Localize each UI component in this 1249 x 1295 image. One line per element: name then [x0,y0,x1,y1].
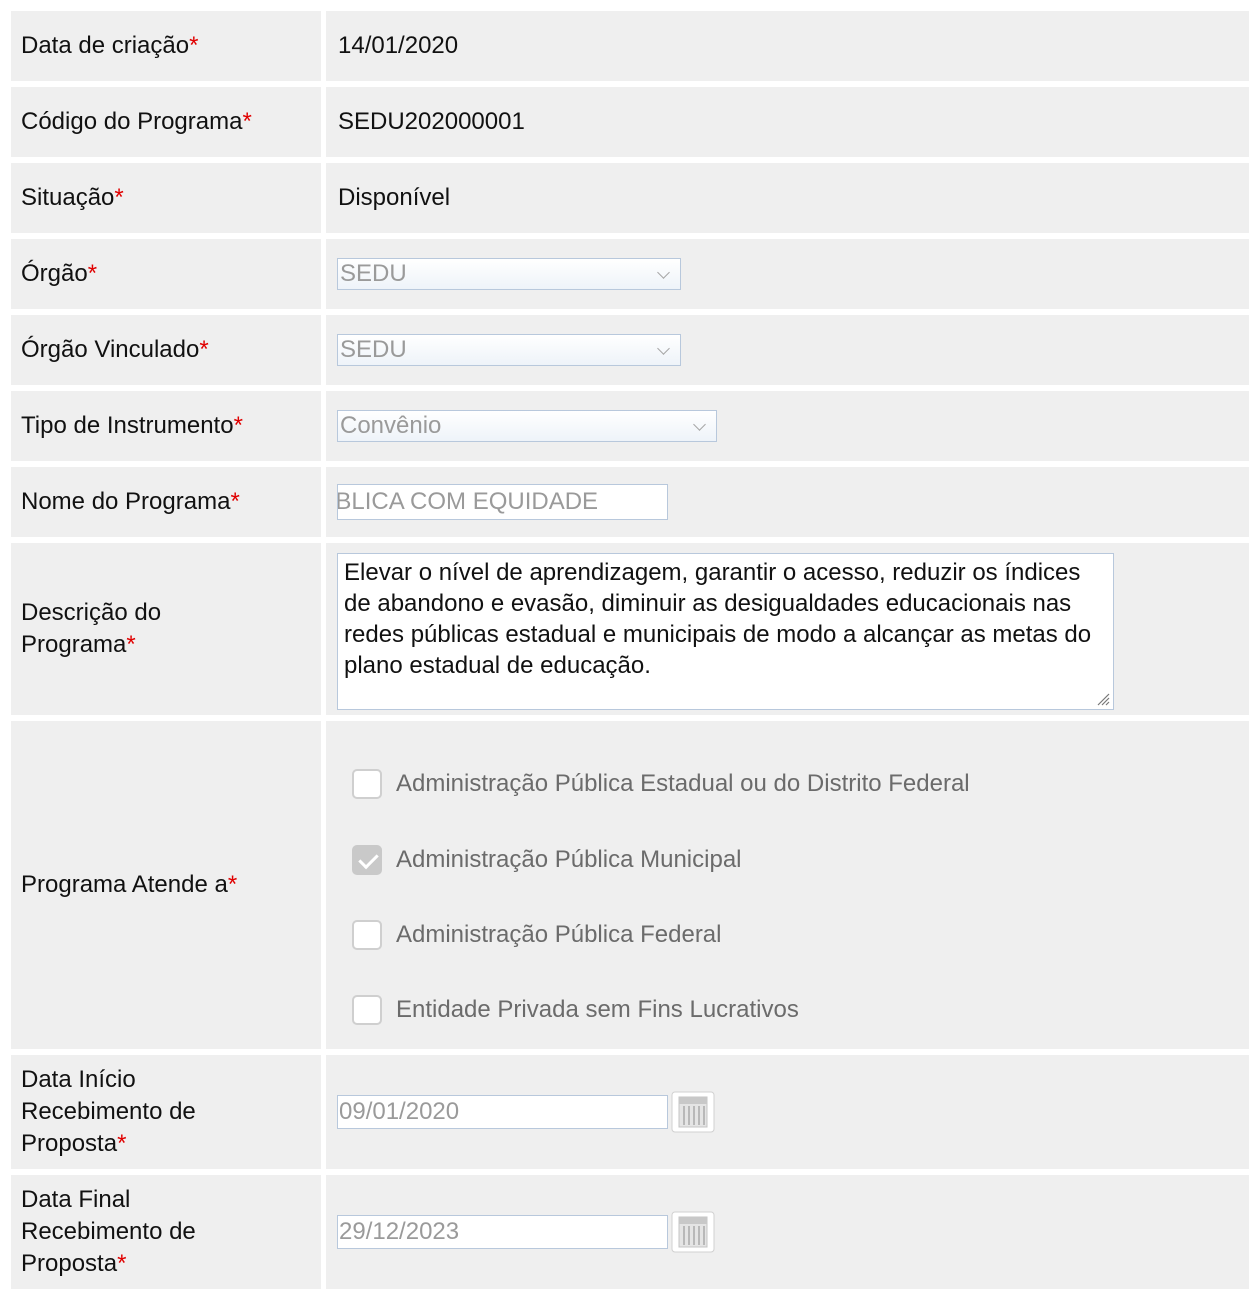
row-situacao: Situação* Disponível [11,163,1249,233]
field-label: Tipo de Instrumento* [11,391,321,461]
row-data-criacao: Data de criação* 14/01/2020 [11,11,1249,81]
row-nome-programa: Nome do Programa* ÚBLICA COM EQUIDADE [11,467,1249,537]
required-marker: * [242,108,252,135]
field-label: Órgão Vinculado* [11,315,321,385]
field-label: Data Final Recebimento de Proposta* [11,1175,321,1289]
field-label: Código do Programa* [11,87,321,157]
field-label: Órgão* [11,239,321,309]
field-label: Nome do Programa* [11,467,321,537]
row-descricao-programa: Descrição do Programa* Elevar o nível de … [11,543,1249,715]
checkbox[interactable] [352,920,382,950]
field-label: Situação* [11,163,321,233]
checkbox-option[interactable]: Administração Pública Federal [352,918,722,952]
row-data-final: Data Final Recebimento de Proposta* 29/12/… [11,1175,1249,1289]
required-marker: * [87,260,98,287]
chevron-down-icon [657,266,670,279]
row-orgao-vinculado: Órgão Vinculado* SEDU [11,315,1249,385]
orgao-vinculado-select[interactable]: SEDU [337,334,681,366]
required-marker: * [117,1130,127,1157]
start-date-input[interactable]: 09/01/2020 [337,1095,668,1129]
required-marker: * [117,1250,127,1277]
calendar-icon[interactable] [671,1211,715,1253]
calendar-icon[interactable] [671,1091,715,1133]
chevron-down-icon [693,418,706,431]
checkbox-option[interactable]: Administração Pública Municipal [352,843,742,877]
checkbox[interactable] [352,995,382,1025]
resize-grip-icon[interactable] [1096,692,1110,706]
status-value: Disponível [338,184,451,211]
required-marker: * [227,871,238,898]
row-data-inicio: Data Início Recebimento de Proposta* 09/01… [11,1055,1249,1169]
required-marker: * [230,488,240,515]
creation-date-value: 14/01/2020 [338,32,459,59]
required-marker: * [126,631,136,658]
required-marker: * [233,412,243,439]
checkbox[interactable] [352,769,382,799]
program-code-value: SEDU202000001 [338,108,525,135]
program-description-textarea[interactable]: Elevar o nível de aprendizagem, garantir… [337,553,1114,710]
required-marker: * [189,32,199,59]
orgao-select[interactable]: SEDU [337,258,681,290]
checkmark-icon[interactable] [352,845,382,875]
program-name-input[interactable]: ÚBLICA COM EQUIDADE [337,484,668,520]
required-marker: * [114,184,124,211]
chevron-down-icon [657,342,670,355]
row-tipo-instrumento: Tipo de Instrumento* Convênio [11,391,1249,461]
row-programa-atende: Programa Atende a* Administração Pública… [11,721,1249,1049]
field-label: Data de criação* [11,11,321,81]
tipo-instrumento-select[interactable]: Convênio [337,410,717,442]
field-label: Data Início Recebimento de Proposta* [11,1055,321,1169]
checkbox-option[interactable]: Administração Pública Estadual ou do Dis… [352,767,970,801]
field-label: Programa Atende a* [11,721,321,1049]
row-orgao: Órgão* SEDU [11,239,1249,309]
row-codigo-programa: Código do Programa* SEDU202000001 [11,87,1249,157]
required-marker: * [199,336,209,363]
checkbox-option[interactable]: Entidade Privada sem Fins Lucrativos [352,993,799,1027]
field-label: Descrição do Programa* [11,543,321,715]
end-date-input[interactable]: 29/12/2023 [337,1215,668,1249]
